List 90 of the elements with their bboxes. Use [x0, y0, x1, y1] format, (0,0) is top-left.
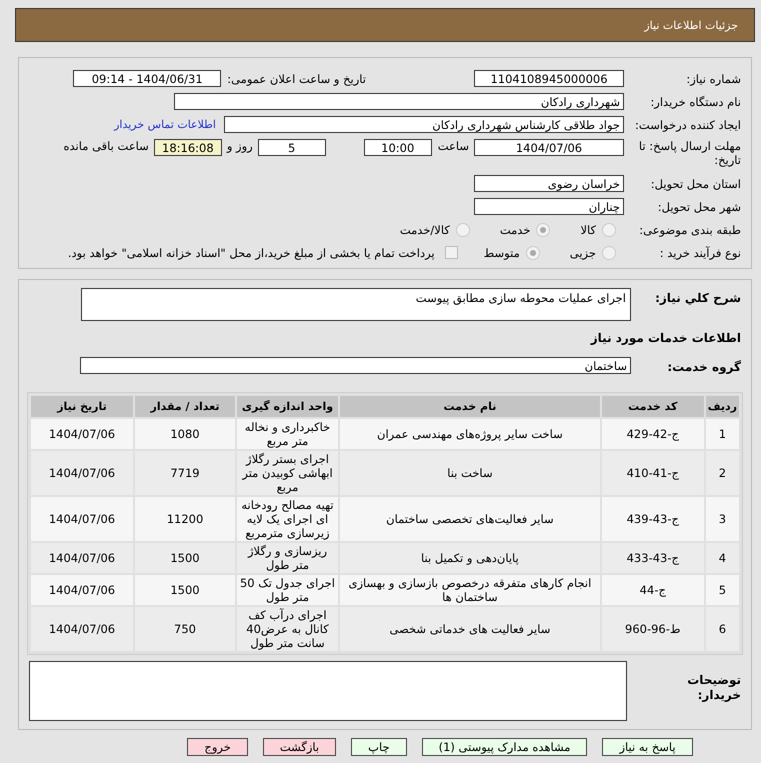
text-field[interactable]: ساختمان [80, 357, 631, 374]
column-header: ردیف [706, 396, 739, 417]
text-field[interactable]: خراسان رضوی [474, 175, 624, 192]
option-label: خدمت [500, 222, 530, 236]
field-label: ایجاد کننده درخواست: [634, 118, 741, 132]
field-label: توضیحات خریدار: [686, 672, 741, 703]
radio-button[interactable] [602, 222, 616, 236]
field-label: شرح کلي نياز: [654, 290, 741, 305]
table-cell: ج-41-410 [602, 451, 704, 495]
option-label: کالا [580, 222, 596, 236]
text-field[interactable]: جواد طلاقی کارشناس شهرداری رادکان [224, 116, 624, 133]
field-label: طبقه بندی موضوعی: [638, 222, 741, 236]
radio-button[interactable] [526, 246, 540, 260]
table-cell: ط-96-960 [602, 607, 704, 651]
table-cell: اجرای درآب کف کانال به عرض40 سانت متر طول [237, 607, 338, 651]
table-cell: 1404/07/06 [31, 575, 133, 605]
field-label: شهر محل تحویل: [656, 200, 741, 214]
radio-button[interactable] [456, 222, 470, 236]
field-label: مهلت ارسال پاسخ: تا تاریخ: [638, 139, 741, 167]
checkbox-label: پرداخت تمام یا بخشی از مبلغ خرید،از محل "اسناد خزانه اسلامی" خواهد بود. [68, 246, 435, 260]
table-cell: ساخت سایر پروژه‌های مهندسی عمران [340, 419, 600, 449]
text-field[interactable]: 10:00 [364, 139, 432, 156]
table-cell: 1404/07/06 [31, 451, 133, 495]
table-cell: ج-43-433 [602, 543, 704, 573]
column-header: تاریخ نیاز [31, 396, 133, 417]
table-cell: ریزسازی و رگلاژ متر طول [237, 543, 338, 573]
option-label: کالا/خدمت [400, 222, 450, 236]
remaining-label: ساعت باقی مانده [64, 139, 149, 153]
action-button[interactable]: پاسخ به نیاز [602, 738, 693, 756]
table-cell: پایان‌دهی و تکمیل بنا [340, 543, 600, 573]
field-label: گروه خدمت: [666, 359, 741, 374]
table-cell: 1080 [135, 419, 235, 449]
text-field[interactable]: چناران [474, 198, 624, 215]
action-button[interactable]: مشاهده مدارک پیوستی (1) [422, 738, 588, 756]
table-cell: 11200 [135, 497, 235, 541]
table-cell: 1404/07/06 [31, 543, 133, 573]
table-cell: سایر فعالیت‌های تخصصی ساختمان [340, 497, 600, 541]
table-cell: تهیه مصالح رودخانه ای اجرای یک لایه زیرسازی مترمربع [237, 497, 338, 541]
text-field[interactable]: شهرداری رادکان [174, 93, 624, 110]
field-label: تاریخ و ساعت اعلان عمومی: [227, 72, 366, 86]
text-area[interactable]: اجرای عملیات محوطه سازی مطابق پیوست [81, 288, 631, 321]
page-title: جزئیات اطلاعات نیاز [644, 18, 738, 32]
radio-button[interactable] [602, 246, 616, 260]
field-label: شماره نیاز: [685, 72, 741, 86]
table-cell: انجام کارهای متفرقه درخصوص بازسازی و بهسازی ساختمان ها [340, 575, 600, 605]
column-header: نام خدمت [340, 396, 600, 417]
table-cell: اجرای بستر رگلاژ ابهاشی کوبیدن متر مربع [237, 451, 338, 495]
countdown-field[interactable]: 18:16:08 [154, 139, 222, 156]
text-area[interactable] [29, 661, 627, 721]
table-cell: ساخت بنا [340, 451, 600, 495]
field-label: استان محل تحویل: [650, 176, 741, 190]
table-cell: ج-42-429 [602, 419, 704, 449]
action-button[interactable]: بازگشت [262, 738, 336, 756]
table-cell: 5 [706, 575, 739, 605]
table-cell: 1 [706, 419, 739, 449]
table-cell: 750 [135, 607, 235, 651]
contact-link[interactable]: اطلاعات تماس خریدار [114, 118, 216, 131]
table-cell: 1500 [135, 575, 235, 605]
action-button[interactable]: خروج [187, 738, 248, 756]
checkbox[interactable] [444, 246, 458, 259]
table-cell: خاکبرداری و نخاله متر مربع [237, 419, 338, 449]
table-cell: 4 [706, 543, 739, 573]
table-cell: سایر فعالیت های خدماتی شخصی [340, 607, 600, 651]
radio-button[interactable] [536, 222, 550, 236]
table-cell: ج-43-439 [602, 497, 704, 541]
option-label: متوسط [484, 246, 520, 260]
text-field[interactable]: 1404/07/06 [474, 139, 624, 156]
table-cell: 1404/07/06 [31, 497, 133, 541]
column-header: تعداد / مقدار [135, 396, 235, 417]
table-cell: 1404/07/06 [31, 607, 133, 651]
column-header: واحد اندازه گیری [237, 396, 338, 417]
section-heading: اطلاعات خدمات مورد نياز [589, 331, 741, 345]
table-cell: 6 [706, 607, 739, 651]
table-cell: 2 [706, 451, 739, 495]
field-label: نام دستگاه خریدار: [649, 94, 741, 108]
text-field[interactable]: 1104108945000006 [474, 70, 624, 87]
table-cell: ج-44 [602, 575, 704, 605]
text-field[interactable]: 1404/06/31 - 09:14 [73, 70, 222, 87]
table-cell: 3 [706, 497, 739, 541]
column-header: کد خدمت [602, 396, 704, 417]
table-cell: 7719 [135, 451, 235, 495]
table-cell: اجرای جدول تک 50 متر طول [237, 575, 338, 605]
option-label: جزیی [570, 246, 596, 260]
text-field[interactable]: 5 [258, 139, 326, 156]
days-label: روز و [226, 139, 253, 153]
table-cell: 1404/07/06 [31, 419, 133, 449]
action-button[interactable]: چاپ [351, 738, 407, 756]
field-label: نوع فرآیند خرید : [658, 246, 741, 260]
table-cell: 1500 [135, 543, 235, 573]
time-label: ساعت [438, 139, 469, 153]
